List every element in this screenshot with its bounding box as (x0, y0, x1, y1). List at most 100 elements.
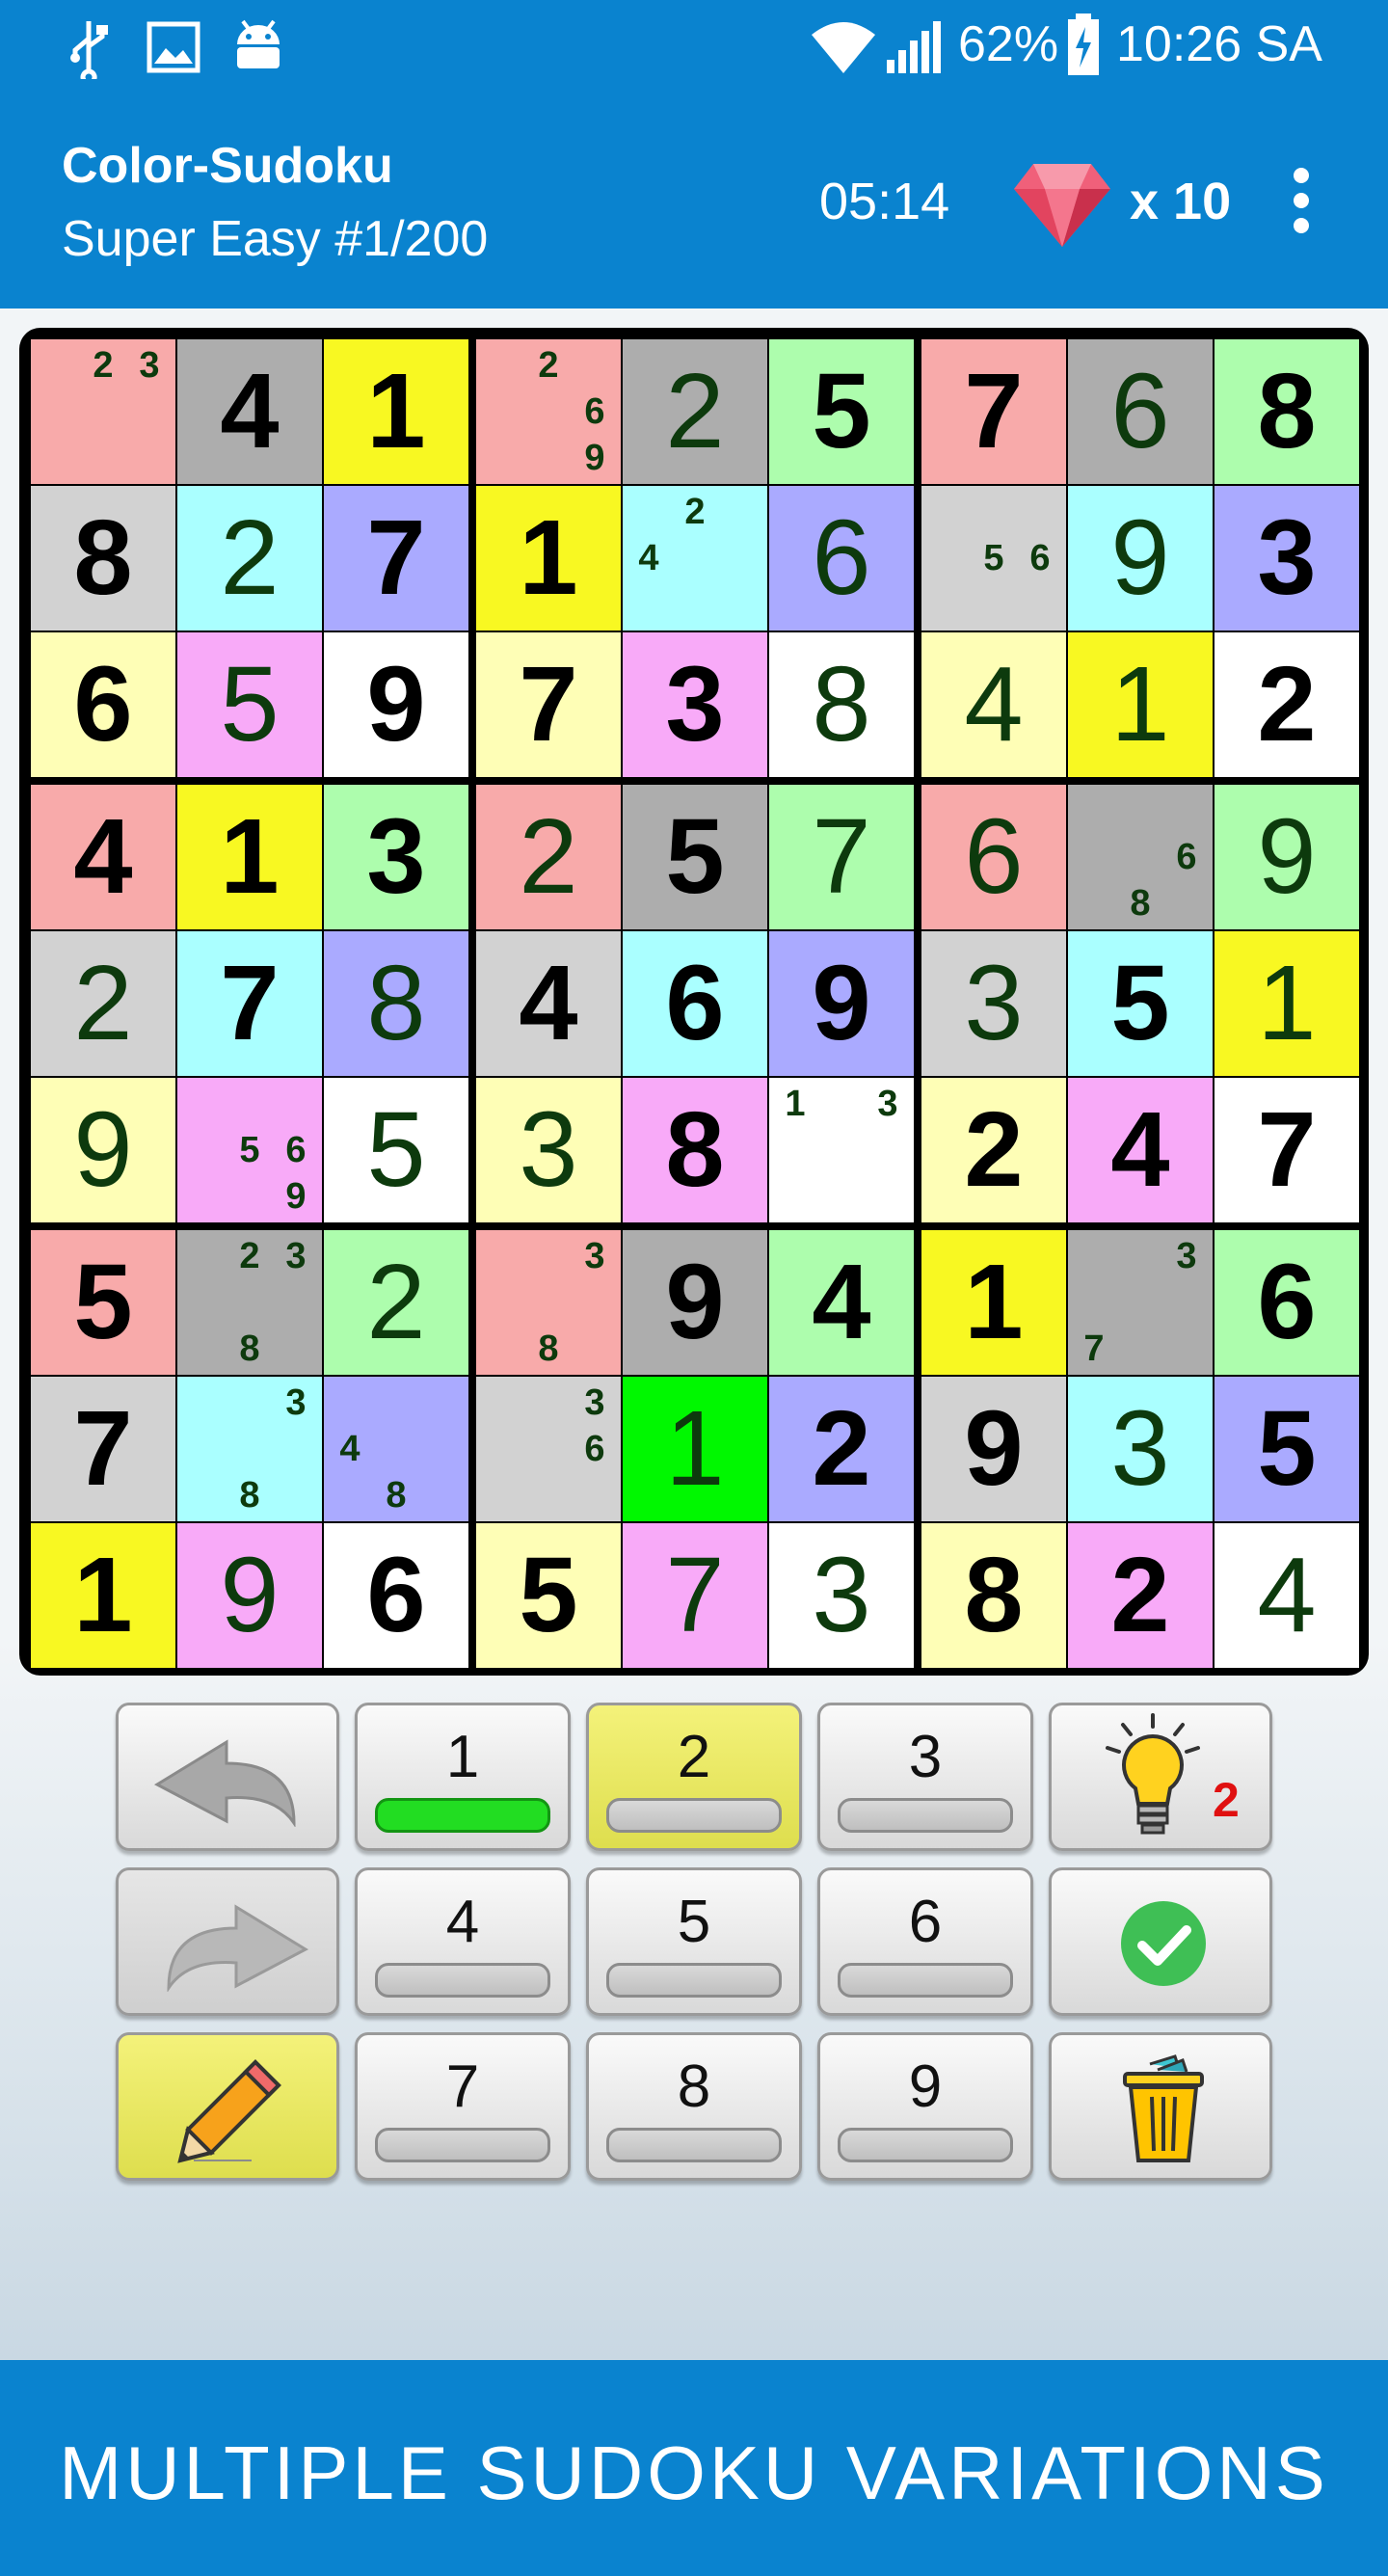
sudoku-cell-r7c6[interactable]: 4 (769, 1230, 914, 1375)
cell-value: 9 (73, 1090, 133, 1209)
pencil-mode-button[interactable] (116, 2032, 339, 2181)
sudoku-cell-r8c9[interactable]: 5 (1214, 1377, 1359, 1521)
sudoku-cell-r4c1[interactable]: 4 (31, 785, 175, 929)
digit-button-7[interactable]: 7 (355, 2032, 571, 2181)
sudoku-cell-r4c7[interactable]: 6 (921, 785, 1066, 929)
sudoku-cell-r2c5[interactable]: 24 (623, 486, 767, 631)
digit-button-5[interactable]: 5 (586, 1867, 802, 2016)
sudoku-cell-r2c9[interactable]: 3 (1214, 486, 1359, 631)
sudoku-cell-r9c8[interactable]: 2 (1068, 1523, 1213, 1668)
sudoku-cell-r5c7[interactable]: 3 (921, 931, 1066, 1076)
sudoku-cell-r9c7[interactable]: 8 (921, 1523, 1066, 1668)
sudoku-cell-r4c9[interactable]: 9 (1214, 785, 1359, 929)
sudoku-cell-r5c3[interactable]: 8 (324, 931, 468, 1076)
sudoku-cell-r7c4[interactable]: 38 (476, 1230, 621, 1375)
sudoku-cell-r6c1[interactable]: 9 (31, 1078, 175, 1222)
sudoku-cell-r1c4[interactable]: 26 9 (476, 339, 621, 484)
ruby-gem-icon[interactable] (1012, 160, 1112, 249)
sudoku-cell-r7c3[interactable]: 2 (324, 1230, 468, 1375)
sudoku-cell-r5c1[interactable]: 2 (31, 931, 175, 1076)
sudoku-cell-r4c5[interactable]: 5 (623, 785, 767, 929)
sudoku-cell-r9c4[interactable]: 5 (476, 1523, 621, 1668)
sudoku-cell-r4c4[interactable]: 2 (476, 785, 621, 929)
more-vert-icon[interactable] (1282, 164, 1321, 237)
digit-button-4[interactable]: 4 (355, 1867, 571, 2016)
sudoku-cell-r4c6[interactable]: 7 (769, 785, 914, 929)
sudoku-cell-r4c8[interactable]: 68 (1068, 785, 1213, 929)
digit-button-6[interactable]: 6 (817, 1867, 1033, 2016)
sudoku-cell-r7c2[interactable]: 23 8 (177, 1230, 322, 1375)
sudoku-cell-r7c1[interactable]: 5 (31, 1230, 175, 1375)
sudoku-cell-r3c3[interactable]: 9 (324, 632, 468, 777)
sudoku-cell-r6c3[interactable]: 5 (324, 1078, 468, 1222)
check-button[interactable] (1049, 1867, 1272, 2016)
sudoku-cell-r7c9[interactable]: 6 (1214, 1230, 1359, 1375)
sudoku-cell-r8c4[interactable]: 36 (476, 1377, 621, 1521)
sudoku-cell-r8c8[interactable]: 3 (1068, 1377, 1213, 1521)
sudoku-cell-r7c8[interactable]: 37 (1068, 1230, 1213, 1375)
sudoku-cell-r7c7[interactable]: 1 (921, 1230, 1066, 1375)
sudoku-cell-r9c3[interactable]: 6 (324, 1523, 468, 1668)
sudoku-cell-r6c7[interactable]: 2 (921, 1078, 1066, 1222)
sudoku-cell-r1c2[interactable]: 4 (177, 339, 322, 484)
sudoku-cell-r4c3[interactable]: 3 (324, 785, 468, 929)
sudoku-cell-r6c5[interactable]: 8 (623, 1078, 767, 1222)
sudoku-cell-r1c3[interactable]: 1 (324, 339, 468, 484)
sudoku-cell-r5c4[interactable]: 4 (476, 931, 621, 1076)
sudoku-cell-r6c8[interactable]: 4 (1068, 1078, 1213, 1222)
sudoku-cell-r4c2[interactable]: 1 (177, 785, 322, 929)
sudoku-cell-r3c2[interactable]: 5 (177, 632, 322, 777)
digit-button-8[interactable]: 8 (586, 2032, 802, 2181)
digit-button-3[interactable]: 3 (817, 1703, 1033, 1851)
digit-button-2[interactable]: 2 (586, 1703, 802, 1851)
sudoku-cell-r2c4[interactable]: 1 (476, 486, 621, 631)
sudoku-cell-r8c3[interactable]: 48 (324, 1377, 468, 1521)
sudoku-cell-r3c1[interactable]: 6 (31, 632, 175, 777)
sudoku-cell-r7c5[interactable]: 9 (623, 1230, 767, 1375)
sudoku-cell-r2c2[interactable]: 2 (177, 486, 322, 631)
sudoku-cell-r1c7[interactable]: 7 (921, 339, 1066, 484)
sudoku-cell-r1c8[interactable]: 6 (1068, 339, 1213, 484)
cell-value: 2 (519, 797, 578, 916)
sudoku-cell-r3c7[interactable]: 4 (921, 632, 1066, 777)
sudoku-cell-r2c1[interactable]: 8 (31, 486, 175, 631)
sudoku-cell-r5c5[interactable]: 6 (623, 931, 767, 1076)
sudoku-cell-r3c4[interactable]: 7 (476, 632, 621, 777)
undo-button[interactable] (116, 1703, 339, 1851)
sudoku-cell-r1c6[interactable]: 5 (769, 339, 914, 484)
sudoku-cell-r8c2[interactable]: 38 (177, 1377, 322, 1521)
redo-button[interactable] (116, 1867, 339, 2016)
sudoku-cell-r9c1[interactable]: 1 (31, 1523, 175, 1668)
clear-button[interactable] (1049, 2032, 1272, 2181)
sudoku-cell-r8c5[interactable]: 1 (623, 1377, 767, 1521)
digit-button-1[interactable]: 1 (355, 1703, 571, 1851)
sudoku-cell-r3c6[interactable]: 8 (769, 632, 914, 777)
cell-value: 6 (73, 645, 133, 764)
sudoku-cell-r5c6[interactable]: 9 (769, 931, 914, 1076)
sudoku-cell-r8c1[interactable]: 7 (31, 1377, 175, 1521)
sudoku-cell-r3c5[interactable]: 3 (623, 632, 767, 777)
sudoku-cell-r3c8[interactable]: 1 (1068, 632, 1213, 777)
digit-button-9[interactable]: 9 (817, 2032, 1033, 2181)
sudoku-cell-r9c2[interactable]: 9 (177, 1523, 322, 1668)
sudoku-cell-r1c9[interactable]: 8 (1214, 339, 1359, 484)
sudoku-cell-r6c2[interactable]: 56 9 (177, 1078, 322, 1222)
sudoku-cell-r5c8[interactable]: 5 (1068, 931, 1213, 1076)
sudoku-cell-r8c7[interactable]: 9 (921, 1377, 1066, 1521)
sudoku-cell-r1c1[interactable]: 23 (31, 339, 175, 484)
sudoku-cell-r9c9[interactable]: 4 (1214, 1523, 1359, 1668)
sudoku-cell-r6c4[interactable]: 3 (476, 1078, 621, 1222)
sudoku-cell-r6c9[interactable]: 7 (1214, 1078, 1359, 1222)
sudoku-cell-r8c6[interactable]: 2 (769, 1377, 914, 1521)
sudoku-cell-r2c3[interactable]: 7 (324, 486, 468, 631)
sudoku-cell-r5c2[interactable]: 7 (177, 931, 322, 1076)
sudoku-cell-r9c5[interactable]: 7 (623, 1523, 767, 1668)
sudoku-cell-r2c7[interactable]: 56 (921, 486, 1066, 631)
sudoku-cell-r6c6[interactable]: 13 (769, 1078, 914, 1222)
sudoku-cell-r3c9[interactable]: 2 (1214, 632, 1359, 777)
sudoku-cell-r5c9[interactable]: 1 (1214, 931, 1359, 1076)
sudoku-cell-r9c6[interactable]: 3 (769, 1523, 914, 1668)
sudoku-cell-r1c5[interactable]: 2 (623, 339, 767, 484)
sudoku-cell-r2c6[interactable]: 6 (769, 486, 914, 631)
sudoku-cell-r2c8[interactable]: 9 (1068, 486, 1213, 631)
